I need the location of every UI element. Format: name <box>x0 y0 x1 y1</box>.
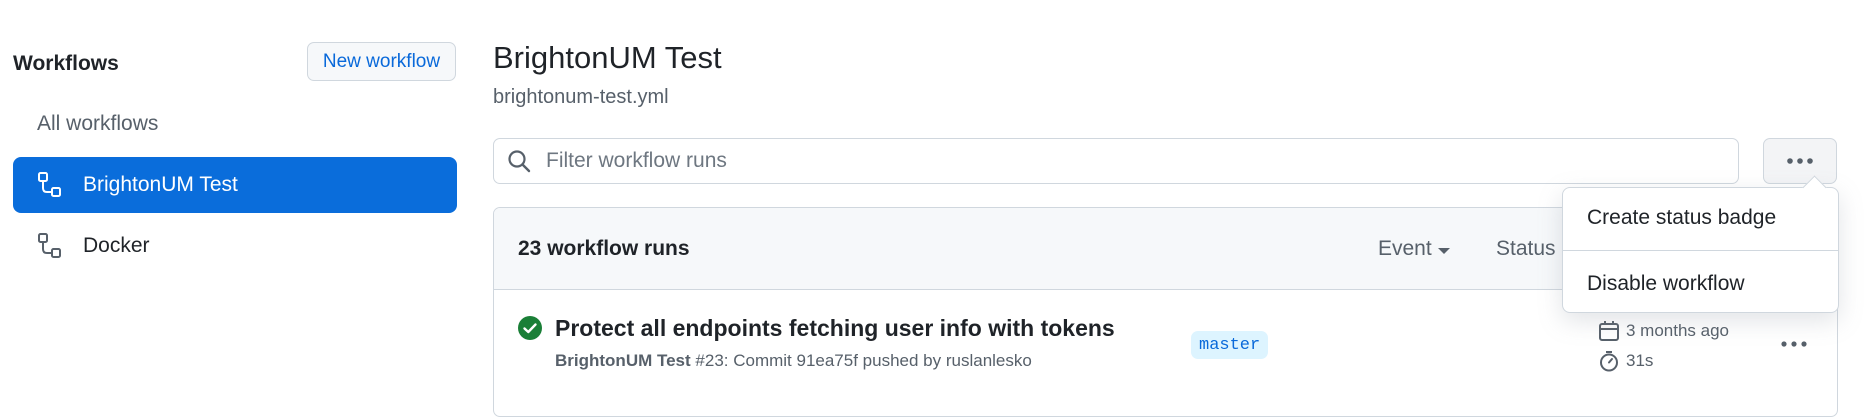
sidebar-item-docker[interactable]: Docker <box>13 218 457 274</box>
run-detail: #23: Commit 91ea75f pushed by ruslanlesk… <box>695 351 1032 370</box>
run-subtitle: BrightonUM Test #23: Commit 91ea75f push… <box>555 351 1032 371</box>
caret-down-icon <box>1437 247 1450 254</box>
workflow-options-button[interactable] <box>1763 138 1837 184</box>
menu-item-disable-workflow[interactable]: Disable workflow <box>1587 272 1745 296</box>
filter-label: Status <box>1496 237 1556 260</box>
kebab-horizontal-icon <box>1781 341 1807 347</box>
run-time-text: 3 months ago <box>1626 321 1730 340</box>
stopwatch-icon <box>1600 351 1618 372</box>
sidebar-item-label: All workflows <box>37 112 159 135</box>
branch-label[interactable]: master <box>1191 331 1269 359</box>
workflow-icon <box>37 171 63 199</box>
new-workflow-button[interactable]: New workflow <box>307 42 456 81</box>
run-time: 3 months ago <box>1598 320 1729 342</box>
calendar-icon <box>1599 321 1619 341</box>
sidebar-title: Workflows <box>13 52 119 75</box>
event-filter-dropdown[interactable]: Event <box>1378 237 1450 261</box>
check-circle-icon <box>518 316 542 340</box>
sidebar-item-label: Docker <box>83 234 150 257</box>
filter-runs-search[interactable] <box>493 138 1739 184</box>
run-duration-text: 31s <box>1626 351 1654 370</box>
sidebar-item-brightonum-test[interactable]: BrightonUM Test <box>13 157 457 213</box>
kebab-horizontal-icon <box>1787 158 1813 164</box>
workflow-filename[interactable]: brightonum-test.yml <box>493 86 669 109</box>
runs-count: 23 workflow runs <box>518 237 690 260</box>
sidebar: Workflows New workflow All workflows Bri… <box>0 0 470 408</box>
run-duration: 31s <box>1598 350 1653 372</box>
search-icon <box>508 150 531 173</box>
run-title-link[interactable]: Protect all endpoints fetching user info… <box>555 315 1115 342</box>
workflow-icon <box>37 232 63 260</box>
menu-divider <box>1563 250 1838 251</box>
sidebar-item-label: BrightonUM Test <box>83 173 238 196</box>
filter-label: Event <box>1378 237 1432 260</box>
search-input[interactable] <box>544 148 1698 174</box>
sidebar-item-all-workflows[interactable]: All workflows <box>13 96 457 152</box>
run-options-button[interactable] <box>1780 334 1808 354</box>
workflow-options-menu: Create status badge Disable workflow <box>1562 187 1839 313</box>
page-title: BrightonUM Test <box>493 40 722 75</box>
run-workflow-name: BrightonUM Test <box>555 351 691 370</box>
menu-item-create-status-badge[interactable]: Create status badge <box>1587 206 1776 230</box>
